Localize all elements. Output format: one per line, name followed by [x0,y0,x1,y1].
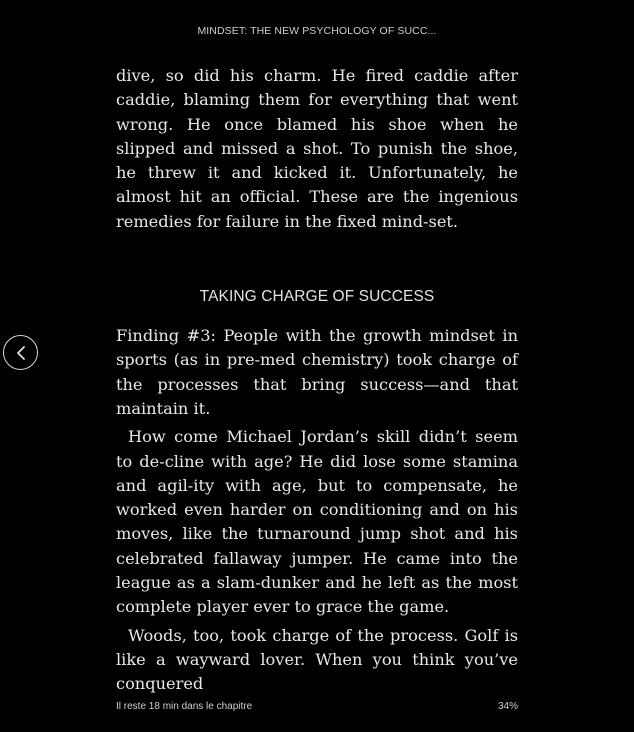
chevron-left-icon [16,345,25,360]
paragraph-continued: dive, so did his charm. He fired caddie … [116,66,518,231]
time-remaining: Il reste 18 min dans le chapitre [116,701,253,712]
paragraph-finding: Finding #3: People with the growth minds… [116,326,518,418]
previous-page-button[interactable] [3,335,38,370]
paragraph-woods: Woods, too, took charge of the process. … [116,625,518,694]
reading-area[interactable]: dive, so did his charm. He fired caddie … [116,64,518,697]
section-heading: TAKING CHARGE OF SUCCESS [199,288,435,306]
paragraph-jordan: How come Michael Jordan’s skill didn’t s… [116,427,518,617]
reading-progress: 34% [497,701,518,712]
book-title: MINDSET: THE NEW PSYCHOLOGY OF SUCC... [197,25,437,37]
